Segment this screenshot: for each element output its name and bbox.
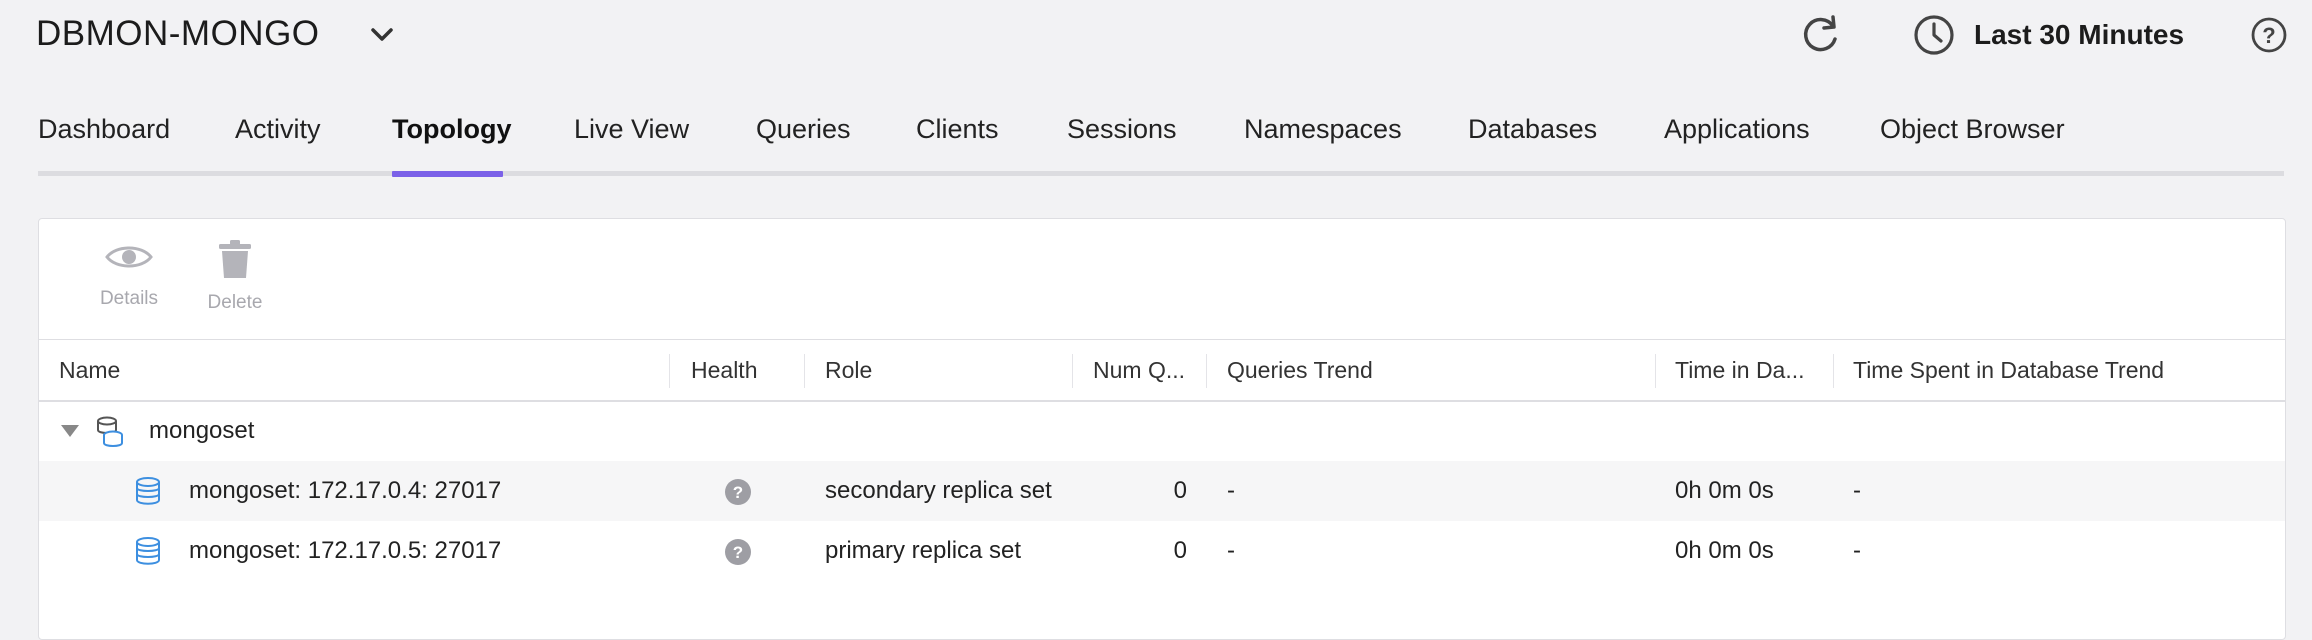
header: DBMON-MONGO Last 30 Minutes ? <box>0 0 2312 72</box>
chevron-down-icon[interactable] <box>366 22 398 50</box>
row-time-trend: - <box>1853 477 1861 504</box>
delete-label: Delete <box>207 292 263 313</box>
group-name: mongoset <box>149 417 255 444</box>
table-row[interactable]: mongoset: 172.17.0.5: 27017 ? primary re… <box>39 521 2285 581</box>
details-button[interactable]: Details <box>77 239 181 310</box>
tab-sessions[interactable]: Sessions <box>1067 114 1177 145</box>
refresh-icon[interactable] <box>1797 12 1843 58</box>
delete-button[interactable]: Delete <box>183 239 287 314</box>
tab-live-view[interactable]: Live View <box>574 114 689 145</box>
tab-clients[interactable]: Clients <box>916 114 999 145</box>
tab-bar-divider <box>38 171 2284 176</box>
tab-applications[interactable]: Applications <box>1664 114 1810 145</box>
row-num-queries: 0 <box>1173 477 1187 504</box>
health-unknown-icon: ? <box>725 479 751 505</box>
trash-icon <box>219 240 251 278</box>
row-role: secondary replica set <box>825 477 1052 504</box>
column-header-role[interactable]: Role <box>805 340 1073 400</box>
details-label: Details <box>99 288 159 309</box>
time-range-label: Last 30 Minutes <box>1974 19 2185 50</box>
collapse-triangle-icon[interactable] <box>61 425 79 437</box>
row-time-trend: - <box>1853 537 1861 564</box>
tab-activity[interactable]: Activity <box>235 114 321 145</box>
active-tab-indicator <box>392 171 503 177</box>
column-header-queries-trend[interactable]: Queries Trend <box>1207 340 1655 400</box>
row-time-in-db: 0h 0m 0s <box>1675 477 1774 504</box>
tab-databases[interactable]: Databases <box>1468 114 1597 145</box>
topology-panel: Details Delete Name Health Role Num Q...… <box>38 218 2286 640</box>
tab-topology[interactable]: Topology <box>392 114 511 145</box>
app-title: DBMON-MONGO <box>36 14 320 53</box>
tab-object-browser[interactable]: Object Browser <box>1880 114 2065 145</box>
database-icon <box>136 537 160 565</box>
svg-text:?: ? <box>733 543 743 562</box>
table-row[interactable]: mongoset: 172.17.0.4: 27017 ? secondary … <box>39 461 2285 521</box>
row-role: primary replica set <box>825 537 1022 564</box>
database-cluster-icon <box>97 416 123 447</box>
table-group-row[interactable]: mongoset <box>39 401 2285 461</box>
row-queries-trend: - <box>1227 537 1235 564</box>
row-queries-trend: - <box>1227 477 1235 504</box>
column-divider[interactable] <box>669 354 670 388</box>
column-header-num-queries[interactable]: Num Q... <box>1073 340 1207 400</box>
row-name: mongoset: 172.17.0.4: 27017 <box>189 477 502 504</box>
table-header: Name Health Role Num Q... Queries Trend … <box>39 339 2285 402</box>
row-time-in-db: 0h 0m 0s <box>1675 537 1774 564</box>
eye-icon <box>105 246 153 268</box>
column-header-name[interactable]: Name <box>39 340 669 400</box>
row-num-queries: 0 <box>1173 537 1187 564</box>
database-icon <box>136 477 160 505</box>
tab-dashboard[interactable]: Dashboard <box>38 114 170 145</box>
help-icon[interactable]: ? <box>2250 16 2288 54</box>
tab-bar: Dashboard Activity Topology Live View Qu… <box>38 100 2284 178</box>
tab-queries[interactable]: Queries <box>756 114 851 145</box>
row-name: mongoset: 172.17.0.5: 27017 <box>189 537 502 564</box>
column-header-health[interactable]: Health <box>671 340 805 400</box>
svg-text:?: ? <box>733 483 743 502</box>
column-header-time-spent-trend[interactable]: Time Spent in Database Trend <box>1833 340 2283 400</box>
time-range-selector[interactable]: Last 30 Minutes <box>1912 12 2184 58</box>
column-header-time-in-db[interactable]: Time in Da... <box>1655 340 1833 400</box>
tab-namespaces[interactable]: Namespaces <box>1244 114 1402 145</box>
health-unknown-icon: ? <box>725 539 751 565</box>
clock-icon <box>1914 15 1954 55</box>
svg-text:?: ? <box>2262 23 2275 48</box>
